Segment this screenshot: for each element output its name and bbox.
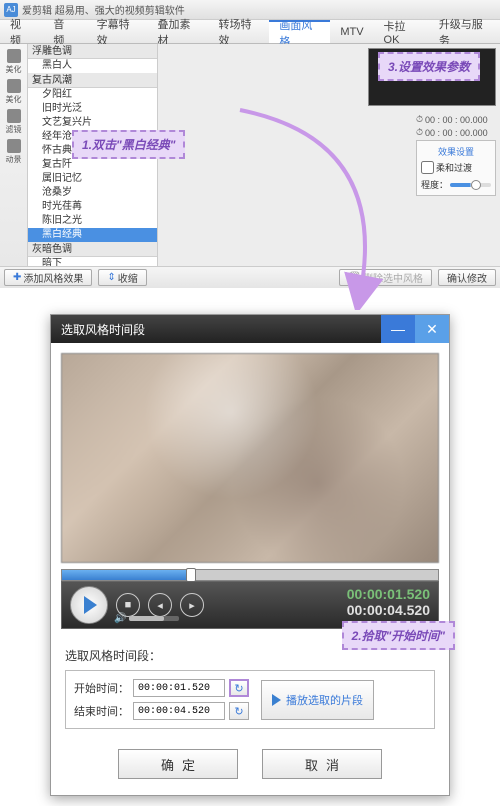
main-menubar: 视 频 音 频 字幕特效 叠加素材 转场特效 画面风格 MTV 卡拉OK 升级与… bbox=[0, 20, 500, 44]
list-item[interactable]: 文艺复兴片 bbox=[28, 116, 157, 130]
collapse-icon: ⇕ bbox=[107, 272, 115, 283]
left-toolbar: 美化 美化 滤镜 动景 bbox=[0, 44, 28, 266]
tool-beautify-2[interactable]: 美化 bbox=[3, 78, 25, 106]
list-item[interactable]: 陈旧之光 bbox=[28, 214, 157, 228]
list-item-selected[interactable]: 黑白经典 bbox=[28, 228, 157, 242]
dialog-title: 选取风格时间段 bbox=[61, 321, 145, 338]
category-header[interactable]: 灰暗色调 bbox=[28, 242, 157, 257]
total-time: 00:00:04.520 bbox=[347, 602, 430, 618]
seek-progress bbox=[62, 570, 186, 580]
scene-icon bbox=[7, 139, 21, 153]
ok-button[interactable]: 确定 bbox=[118, 749, 238, 779]
list-item[interactable]: 夕阳红 bbox=[28, 88, 157, 102]
volume-icon: 🔊 bbox=[114, 613, 126, 624]
confirm-button[interactable]: 确认修改 bbox=[438, 269, 496, 286]
start-time-field: 开始时间： ↻ bbox=[74, 679, 249, 697]
video-frame bbox=[61, 353, 439, 563]
time-input-box: 开始时间： ↻ 结束时间： ↻ 播放选取的片段 bbox=[65, 670, 435, 729]
list-item[interactable]: 旧时光泛 bbox=[28, 102, 157, 116]
callout-2: 2.拾取"开始时间" bbox=[342, 621, 455, 650]
list-item[interactable]: 暗下 bbox=[28, 257, 157, 266]
video-player: ■ ◂ ▸ 00:00:01.520 00:00:04.520 🔊 bbox=[51, 343, 449, 639]
pick-start-time-button[interactable]: ↻ bbox=[229, 679, 249, 697]
time-range-dialog: 选取风格时间段 — ✕ ■ ◂ ▸ 00:00:01.520 00:00:04.… bbox=[50, 314, 450, 796]
close-button[interactable]: ✕ bbox=[415, 315, 449, 343]
menu-mtv[interactable]: MTV bbox=[330, 20, 373, 43]
filter-icon bbox=[7, 109, 21, 123]
tool-scene[interactable]: 动景 bbox=[3, 138, 25, 166]
list-item[interactable]: 沧桑岁 bbox=[28, 186, 157, 200]
cancel-button[interactable]: 取消 bbox=[262, 749, 382, 779]
dialog-titlebar: 选取风格时间段 — ✕ bbox=[51, 315, 449, 343]
app-logo-icon: AJ bbox=[4, 3, 18, 17]
time-selection-section: 选取风格时间段： 开始时间： ↻ 结束时间： ↻ 播放选取的片段 2.拾取"开始… bbox=[51, 639, 449, 737]
category-header[interactable]: 浮雕色调 bbox=[28, 44, 157, 59]
next-frame-button[interactable]: ▸ bbox=[180, 593, 204, 617]
effect-settings-panel: 效果设置 柔和过渡 程度： bbox=[416, 140, 496, 196]
start-time-input[interactable] bbox=[133, 679, 225, 697]
plus-icon: ✚ bbox=[13, 272, 21, 283]
degree-slider[interactable] bbox=[450, 183, 491, 187]
play-segment-button[interactable]: 播放选取的片段 bbox=[261, 680, 374, 720]
seek-thumb[interactable] bbox=[186, 568, 196, 582]
dialog-buttons: 确定 取消 bbox=[51, 737, 449, 795]
tool-filter[interactable]: 滤镜 bbox=[3, 108, 25, 136]
menu-overlay[interactable]: 叠加素材 bbox=[148, 20, 209, 43]
minimize-button[interactable]: — bbox=[381, 315, 415, 343]
star-icon bbox=[7, 49, 21, 63]
end-time-field: 结束时间： ↻ bbox=[74, 702, 249, 720]
settings-header: 效果设置 bbox=[421, 145, 491, 158]
menu-upgrade[interactable]: 升级与服务 bbox=[429, 20, 500, 43]
menu-karaoke[interactable]: 卡拉OK bbox=[374, 20, 429, 43]
main-app-window: AJ 爱剪辑 超易用、强大的视频剪辑软件 视 频 音 频 字幕特效 叠加素材 转… bbox=[0, 0, 500, 288]
star-icon bbox=[7, 79, 21, 93]
list-item[interactable]: 复古阡 bbox=[28, 158, 157, 172]
pick-end-time-button[interactable]: ↻ bbox=[229, 702, 249, 720]
menu-audio[interactable]: 音 频 bbox=[43, 20, 86, 43]
soft-transition-checkbox[interactable]: 柔和过渡 bbox=[421, 161, 491, 174]
timecode-display: 00:00:01.520 00:00:04.520 bbox=[347, 586, 430, 618]
callout-3: 3.设置效果参数 bbox=[378, 52, 480, 81]
callout-1: 1.双击"黑白经典" bbox=[72, 130, 185, 159]
volume-control: 🔊 bbox=[114, 613, 179, 624]
seek-bar[interactable] bbox=[61, 569, 439, 581]
menu-style[interactable]: 画面风格 bbox=[269, 20, 330, 43]
list-item[interactable]: 属旧记忆 bbox=[28, 172, 157, 186]
current-time: 00:00:01.520 bbox=[347, 586, 430, 602]
tool-beautify[interactable]: 美化 bbox=[3, 48, 25, 76]
tutorial-arrow-icon bbox=[210, 100, 410, 310]
category-header[interactable]: 复古风潮 bbox=[28, 73, 157, 88]
list-item[interactable]: 时光荏苒 bbox=[28, 200, 157, 214]
undo-button[interactable]: ⇕收缩 bbox=[98, 269, 146, 286]
end-time-input[interactable] bbox=[133, 702, 225, 720]
add-style-button[interactable]: ✚添加风格效果 bbox=[4, 269, 92, 286]
menu-subtitle[interactable]: 字幕特效 bbox=[87, 20, 148, 43]
volume-slider[interactable] bbox=[129, 616, 179, 621]
menu-transition[interactable]: 转场特效 bbox=[208, 20, 269, 43]
play-button[interactable] bbox=[70, 586, 108, 624]
menu-video[interactable]: 视 频 bbox=[0, 20, 43, 43]
list-item[interactable]: 黑白人 bbox=[28, 59, 157, 73]
